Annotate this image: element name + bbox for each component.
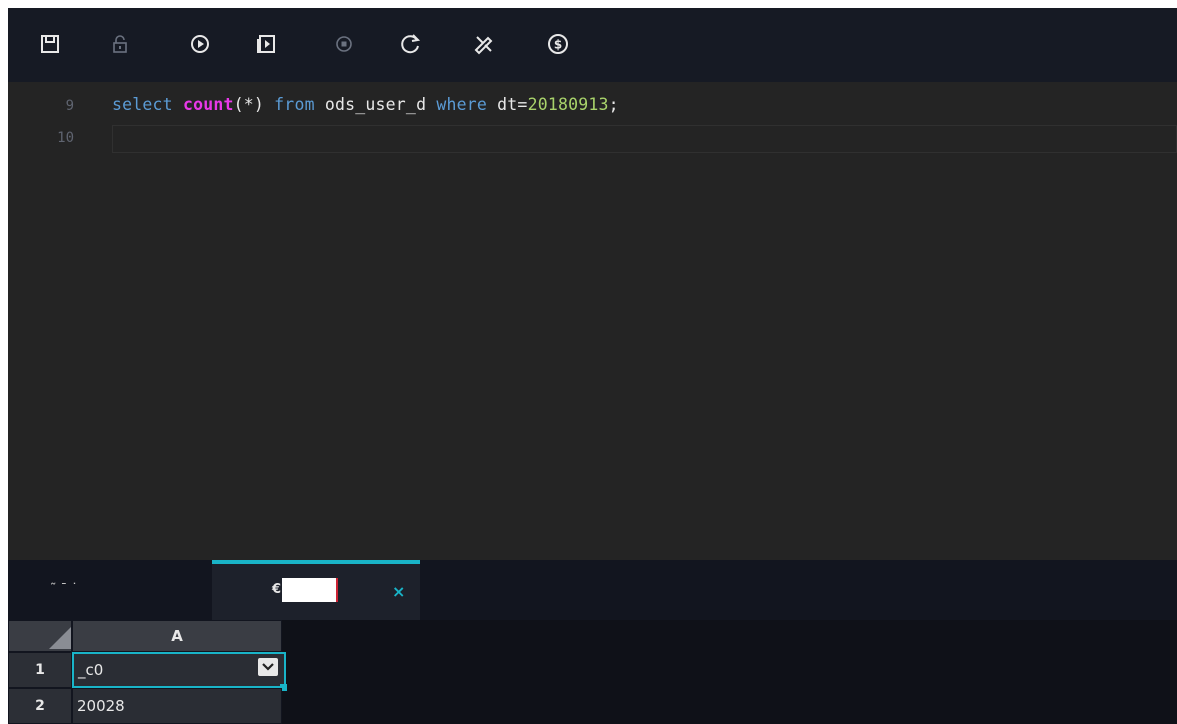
row-number[interactable]: 1: [8, 652, 72, 688]
keyword-select: select: [112, 95, 173, 114]
function-count: count: [182, 95, 234, 114]
line-number: 10: [57, 130, 74, 146]
run-with-params-icon[interactable]: [252, 30, 280, 58]
format-icon[interactable]: [470, 30, 498, 58]
active-line-highlight[interactable]: [112, 125, 1177, 153]
code-line[interactable]: select count(*) from ods_user_d where dt…: [112, 95, 619, 114]
result-cell[interactable]: _c0: [72, 652, 286, 688]
stop-icon[interactable]: [330, 30, 358, 58]
tab-run-log[interactable]: ˜ ˉ ˙: [8, 560, 212, 620]
tab-label: ˜ ˉ ˙: [50, 582, 78, 597]
svg-text:$: $: [554, 38, 562, 52]
redaction-edge: [336, 578, 338, 602]
ide-window: $ 9 select count(*) from ods_user_d wher…: [8, 8, 1177, 724]
results-tab-strip: ˜ ˉ ˙ €| ×: [8, 560, 1177, 620]
toolbar: $: [8, 8, 1177, 82]
chevron-down-icon[interactable]: [258, 658, 278, 676]
cell-value: _c0: [78, 661, 104, 679]
count-args: (*): [233, 95, 265, 114]
cost-estimate-icon[interactable]: $: [544, 30, 572, 58]
partition-column: dt=: [497, 95, 528, 114]
redacted-label: [282, 578, 336, 602]
close-icon[interactable]: ×: [392, 582, 405, 601]
column-header-a[interactable]: A: [72, 620, 282, 652]
keyword-from: from: [274, 95, 315, 114]
cell-value: 20028: [77, 697, 125, 715]
result-grid: A 1 _c0 2 20028: [8, 620, 1177, 724]
reload-icon[interactable]: [396, 30, 424, 58]
save-icon[interactable]: [36, 30, 64, 58]
grid-corner[interactable]: [8, 620, 72, 652]
tab-result[interactable]: €| ×: [212, 560, 420, 620]
run-icon[interactable]: [186, 30, 214, 58]
result-cell[interactable]: 20028: [72, 688, 282, 724]
partition-value: 20180913: [527, 95, 609, 114]
row-number[interactable]: 2: [8, 688, 72, 724]
line-number: 9: [65, 98, 74, 114]
sql-editor[interactable]: 9 select count(*) from ods_user_d where …: [8, 82, 1177, 560]
lock-icon[interactable]: [106, 30, 134, 58]
keyword-where: where: [436, 95, 488, 114]
statement-terminator: ;: [608, 95, 619, 114]
table-name: ods_user_d: [324, 95, 427, 114]
